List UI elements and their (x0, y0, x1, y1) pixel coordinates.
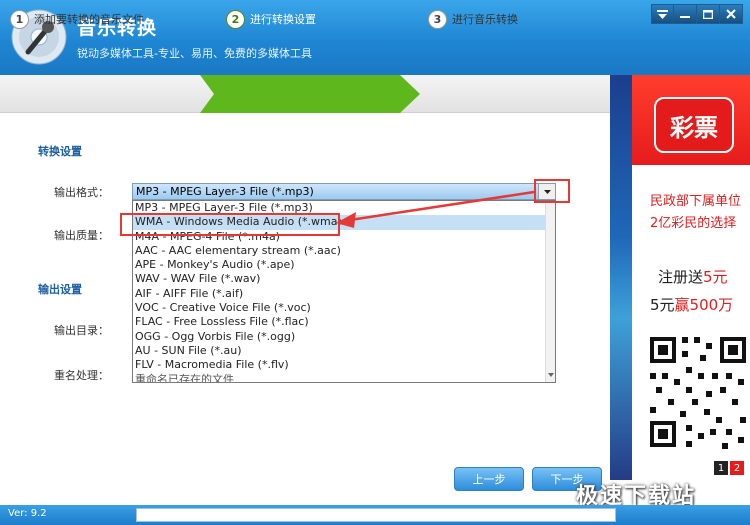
chevron-down-icon (548, 373, 554, 377)
window-controls (651, 4, 743, 24)
format-option[interactable]: OGG - Ogg Vorbis File (*.ogg) (133, 330, 555, 344)
app-subtitle: 锐动多媒体工具-专业、易用、免费的多媒体工具 (77, 47, 312, 60)
rename-select-behind: 重命名已存在的文件 (135, 373, 234, 383)
maximize-button[interactable] (697, 4, 720, 24)
ad-page-2[interactable]: 2 (730, 461, 744, 475)
ad-line4: 5元赢500万 (650, 294, 733, 315)
ad-line3-text: 注册送 (658, 268, 704, 286)
selected-format: MP3 - MPEG Layer-3 File (*.mp3) (136, 185, 314, 198)
ad-page-1[interactable]: 1 (714, 461, 728, 475)
format-option[interactable]: AU - SUN File (*.au) (133, 344, 555, 358)
ad-line1: 民政部下属单位 (650, 194, 742, 209)
step-number: 3 (428, 9, 447, 29)
close-button[interactable] (720, 4, 743, 24)
step-label: 添加要转换的音乐文件 (34, 13, 144, 26)
step-convert-settings[interactable]: 2 进行转换设置 (200, 0, 420, 38)
format-option[interactable]: AIF - AIFF File (*.aif) (133, 287, 555, 301)
ad-panel[interactable]: 彩票 民政部下属单位 2亿彩民的选择 注册送5元 5元赢500万 1 2 (610, 75, 750, 480)
active-step-arrow (200, 75, 420, 113)
ad-side-strip (610, 75, 632, 480)
rename-label: 重名处理： (54, 369, 109, 382)
output-quality-label: 输出质量： (54, 229, 109, 242)
format-option[interactable]: FLAC - Free Lossless File (*.flac) (133, 315, 555, 329)
format-option[interactable]: APE - Monkey's Audio (*.ape) (133, 258, 555, 272)
step-label: 进行音乐转换 (452, 13, 518, 26)
close-icon (726, 9, 736, 19)
output-dir-label: 输出目录： (54, 324, 109, 337)
annotation-box-wma (120, 213, 340, 236)
minimize-icon (680, 15, 690, 18)
ad-line2: 2亿彩民的选择 (650, 216, 737, 231)
step-start-convert[interactable]: 3 进行音乐转换 (428, 0, 518, 38)
step-number: 2 (226, 9, 245, 29)
annotation-arrow (336, 190, 535, 228)
maximize-icon (703, 9, 713, 19)
status-bar: Ver: 9.2 (0, 505, 750, 525)
qr-code-icon (646, 333, 750, 453)
format-option[interactable]: VOC - Creative Voice File (*.voc) (133, 301, 555, 315)
step-add-files[interactable]: 1 添加要转换的音乐文件 (10, 0, 144, 38)
format-option[interactable]: WAV - WAV File (*.wav) (133, 272, 555, 286)
version-label: Ver: 9.2 (8, 508, 47, 519)
convert-settings-title: 转换设置 (38, 145, 82, 158)
dropdown-scrollbar[interactable] (545, 201, 555, 382)
ad-pager: 1 2 (714, 461, 744, 475)
minimize-button[interactable] (674, 4, 697, 24)
ad-line3: 注册送5元 (658, 266, 728, 287)
step-number: 1 (10, 9, 29, 29)
ad-line3-highlight: 5元 (703, 268, 728, 286)
menu-button[interactable] (651, 4, 674, 24)
status-progress-field (136, 508, 616, 522)
prev-step-button[interactable]: 上一步 (454, 467, 524, 491)
step-label: 进行转换设置 (250, 13, 316, 26)
format-option[interactable]: AAC - AAC elementary stream (*.aac) (133, 244, 555, 258)
ad-line4-text: 5元 (650, 296, 675, 314)
ad-line4-highlight: 赢500万 (674, 296, 734, 314)
output-format-label: 输出格式： (54, 186, 109, 199)
lottery-badge: 彩票 (654, 97, 734, 153)
menu-icon (657, 9, 668, 19)
output-settings-title: 输出设置 (38, 283, 82, 296)
